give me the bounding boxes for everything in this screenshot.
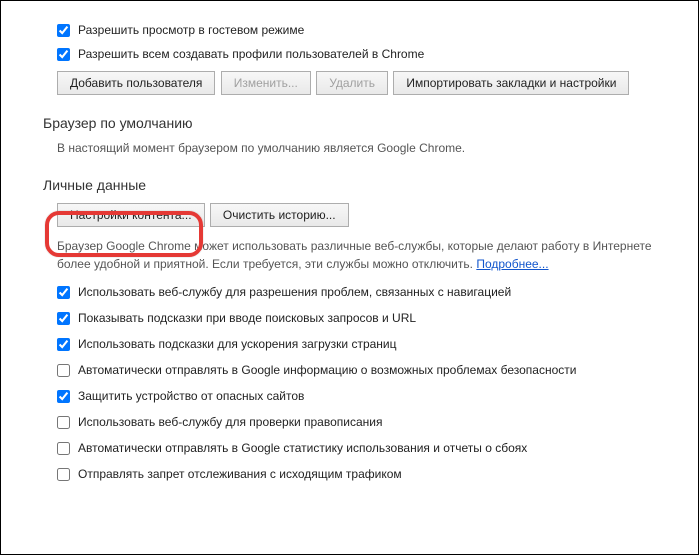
- privacy-opt-label-5: Использовать веб-службу для проверки пра…: [78, 415, 382, 429]
- privacy-opt-row-2: Использовать подсказки для ускорения заг…: [57, 337, 698, 351]
- add-user-button[interactable]: Добавить пользователя: [57, 71, 215, 95]
- privacy-opt-label-4: Защитить устройство от опасных сайтов: [78, 389, 304, 403]
- allow-create-profiles-checkbox[interactable]: [57, 48, 70, 61]
- allow-create-profiles-row: Разрешить всем создавать профили пользов…: [57, 47, 698, 61]
- privacy-opt-checkbox-1[interactable]: [57, 312, 70, 325]
- content-settings-button[interactable]: Настройки контента...: [57, 203, 205, 227]
- privacy-opt-row-5: Использовать веб-службу для проверки пра…: [57, 415, 698, 429]
- allow-create-profiles-label: Разрешить всем создавать профили пользов…: [78, 47, 424, 61]
- privacy-opt-label-0: Использовать веб-службу для разрешения п…: [78, 285, 511, 299]
- allow-guest-checkbox[interactable]: [57, 24, 70, 37]
- privacy-opt-row-3: Автоматически отправлять в Google информ…: [57, 363, 698, 377]
- privacy-opt-row-7: Отправлять запрет отслеживания с исходящ…: [57, 467, 698, 481]
- privacy-opt-checkbox-6[interactable]: [57, 442, 70, 455]
- clear-history-button[interactable]: Очистить историю...: [210, 203, 349, 227]
- privacy-checkbox-list: Использовать веб-службу для разрешения п…: [57, 285, 698, 481]
- privacy-opt-label-1: Показывать подсказки при вводе поисковых…: [78, 311, 416, 325]
- default-browser-text: В настоящий момент браузером по умолчани…: [57, 139, 698, 157]
- privacy-opt-checkbox-0[interactable]: [57, 286, 70, 299]
- learn-more-link[interactable]: Подробнее...: [476, 257, 548, 271]
- privacy-opt-checkbox-4[interactable]: [57, 390, 70, 403]
- edit-user-button: Изменить...: [221, 71, 311, 95]
- allow-guest-row: Разрешить просмотр в гостевом режиме: [57, 23, 698, 37]
- privacy-opt-checkbox-3[interactable]: [57, 364, 70, 377]
- privacy-opt-row-0: Использовать веб-службу для разрешения п…: [57, 285, 698, 299]
- default-browser-heading: Браузер по умолчанию: [43, 115, 698, 131]
- allow-guest-label: Разрешить просмотр в гостевом режиме: [78, 23, 304, 37]
- privacy-opt-label-7: Отправлять запрет отслеживания с исходящ…: [78, 467, 402, 481]
- privacy-heading: Личные данные: [43, 177, 698, 193]
- import-bookmarks-button[interactable]: Импортировать закладки и настройки: [393, 71, 629, 95]
- privacy-buttons-row: Настройки контента... Очистить историю..…: [57, 203, 698, 227]
- privacy-opt-checkbox-2[interactable]: [57, 338, 70, 351]
- privacy-opt-label-3: Автоматически отправлять в Google информ…: [78, 363, 576, 377]
- privacy-opt-checkbox-5[interactable]: [57, 416, 70, 429]
- privacy-opt-row-4: Защитить устройство от опасных сайтов: [57, 389, 698, 403]
- privacy-opt-label-2: Использовать подсказки для ускорения заг…: [78, 337, 397, 351]
- privacy-opt-row-1: Показывать подсказки при вводе поисковых…: [57, 311, 698, 325]
- privacy-opt-label-6: Автоматически отправлять в Google статис…: [78, 441, 527, 455]
- delete-user-button: Удалить: [316, 71, 388, 95]
- privacy-opt-row-6: Автоматически отправлять в Google статис…: [57, 441, 698, 455]
- privacy-description: Браузер Google Chrome может использовать…: [57, 237, 698, 273]
- user-buttons-row: Добавить пользователя Изменить... Удалит…: [57, 71, 698, 95]
- privacy-opt-checkbox-7[interactable]: [57, 468, 70, 481]
